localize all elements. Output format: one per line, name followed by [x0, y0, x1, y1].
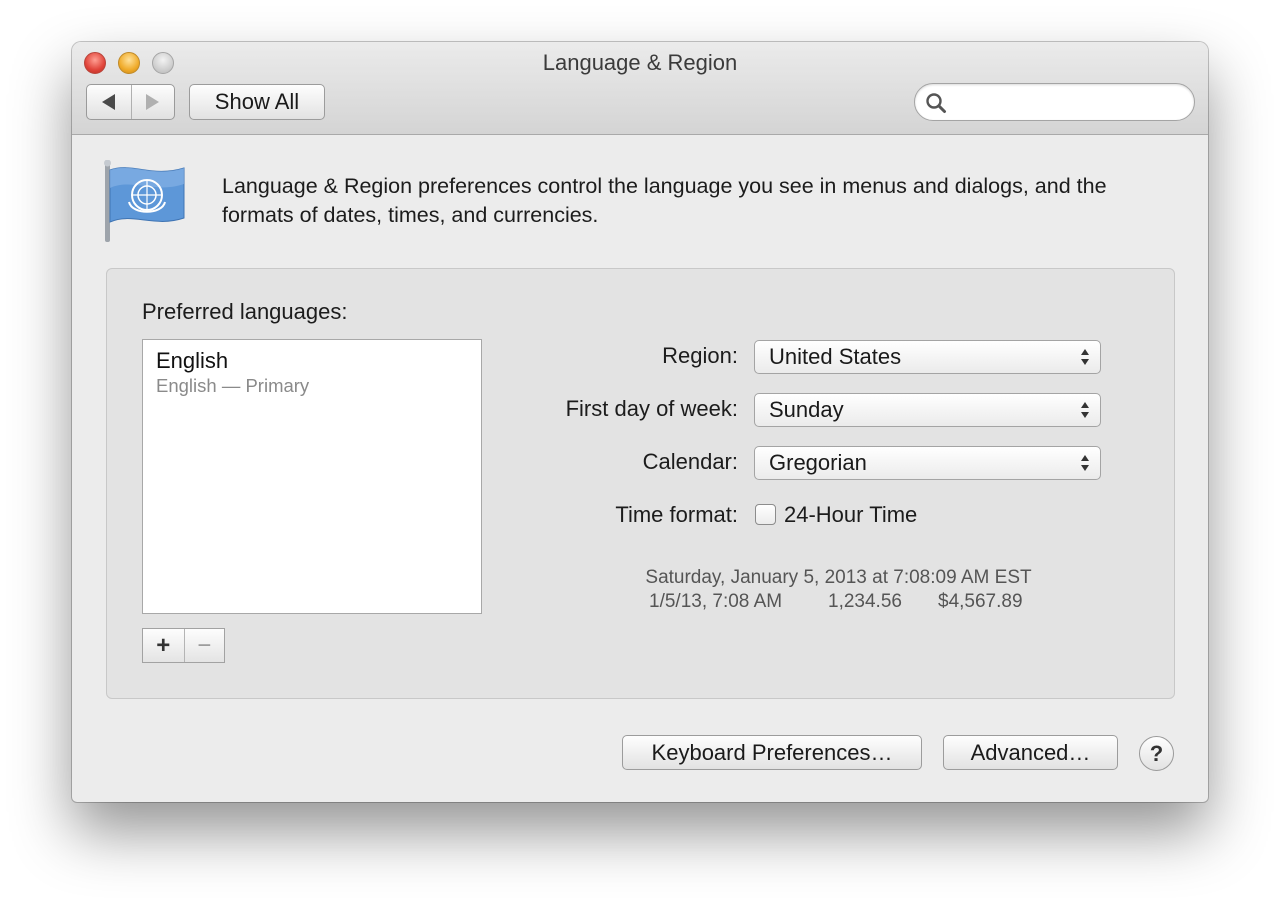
header-description: Language & Region preferences control th… [222, 174, 1107, 227]
search-input[interactable] [953, 88, 1183, 116]
keyboard-preferences-button[interactable]: Keyboard Preferences… [622, 735, 922, 770]
language-name: English [156, 348, 229, 373]
up-down-arrows-icon [1081, 402, 1089, 418]
add-language-button[interactable]: + [143, 629, 184, 662]
window-title: Language & Region [542, 50, 738, 75]
region-popup[interactable]: United States [754, 340, 1101, 374]
first-day-popup[interactable]: Sunday [754, 393, 1101, 427]
sample-number: 1,234.56 [828, 591, 902, 612]
show-all-button[interactable]: Show All [189, 84, 325, 120]
calendar-popup[interactable]: Gregorian [754, 446, 1101, 480]
24-hour-time-label[interactable]: 24-Hour Time [784, 502, 917, 528]
first-day-label: First day of week: [565, 396, 738, 421]
region-value: United States [769, 344, 902, 369]
help-button[interactable]: ? [1139, 736, 1174, 771]
search-icon [926, 93, 946, 113]
search-field[interactable] [914, 83, 1195, 121]
sample-currency: $4,567.89 [938, 591, 1023, 612]
time-format-label: Time format: [615, 502, 738, 527]
language-detail: English — Primary [156, 375, 310, 396]
remove-language-button[interactable]: − [183, 629, 225, 662]
un-flag-icon [104, 160, 185, 242]
add-remove-group: + − [142, 628, 225, 663]
first-day-value: Sunday [769, 397, 844, 422]
back-forward-group [86, 84, 175, 120]
up-down-arrows-icon [1081, 349, 1089, 365]
sample-long-date: Saturday, January 5, 2013 at 7:08:09 AM … [645, 567, 1032, 588]
preferred-languages-label: Preferred languages: [142, 299, 348, 324]
triangle-left-icon [102, 94, 116, 110]
sample-short-date: 1/5/13, 7:08 AM [649, 591, 783, 612]
up-down-arrows-icon [1081, 455, 1089, 471]
region-label: Region: [662, 343, 738, 368]
calendar-value: Gregorian [769, 450, 867, 475]
preferences-window: Language & Region Show All Language & Re… [72, 42, 1208, 802]
advanced-button[interactable]: Advanced… [943, 735, 1118, 770]
calendar-label: Calendar: [642, 449, 738, 474]
triangle-right-icon [146, 94, 160, 110]
back-button[interactable] [87, 85, 131, 119]
24-hour-time-checkbox[interactable] [755, 504, 776, 525]
forward-button[interactable] [130, 85, 175, 119]
titlebar: Language & Region Show All [72, 42, 1208, 135]
